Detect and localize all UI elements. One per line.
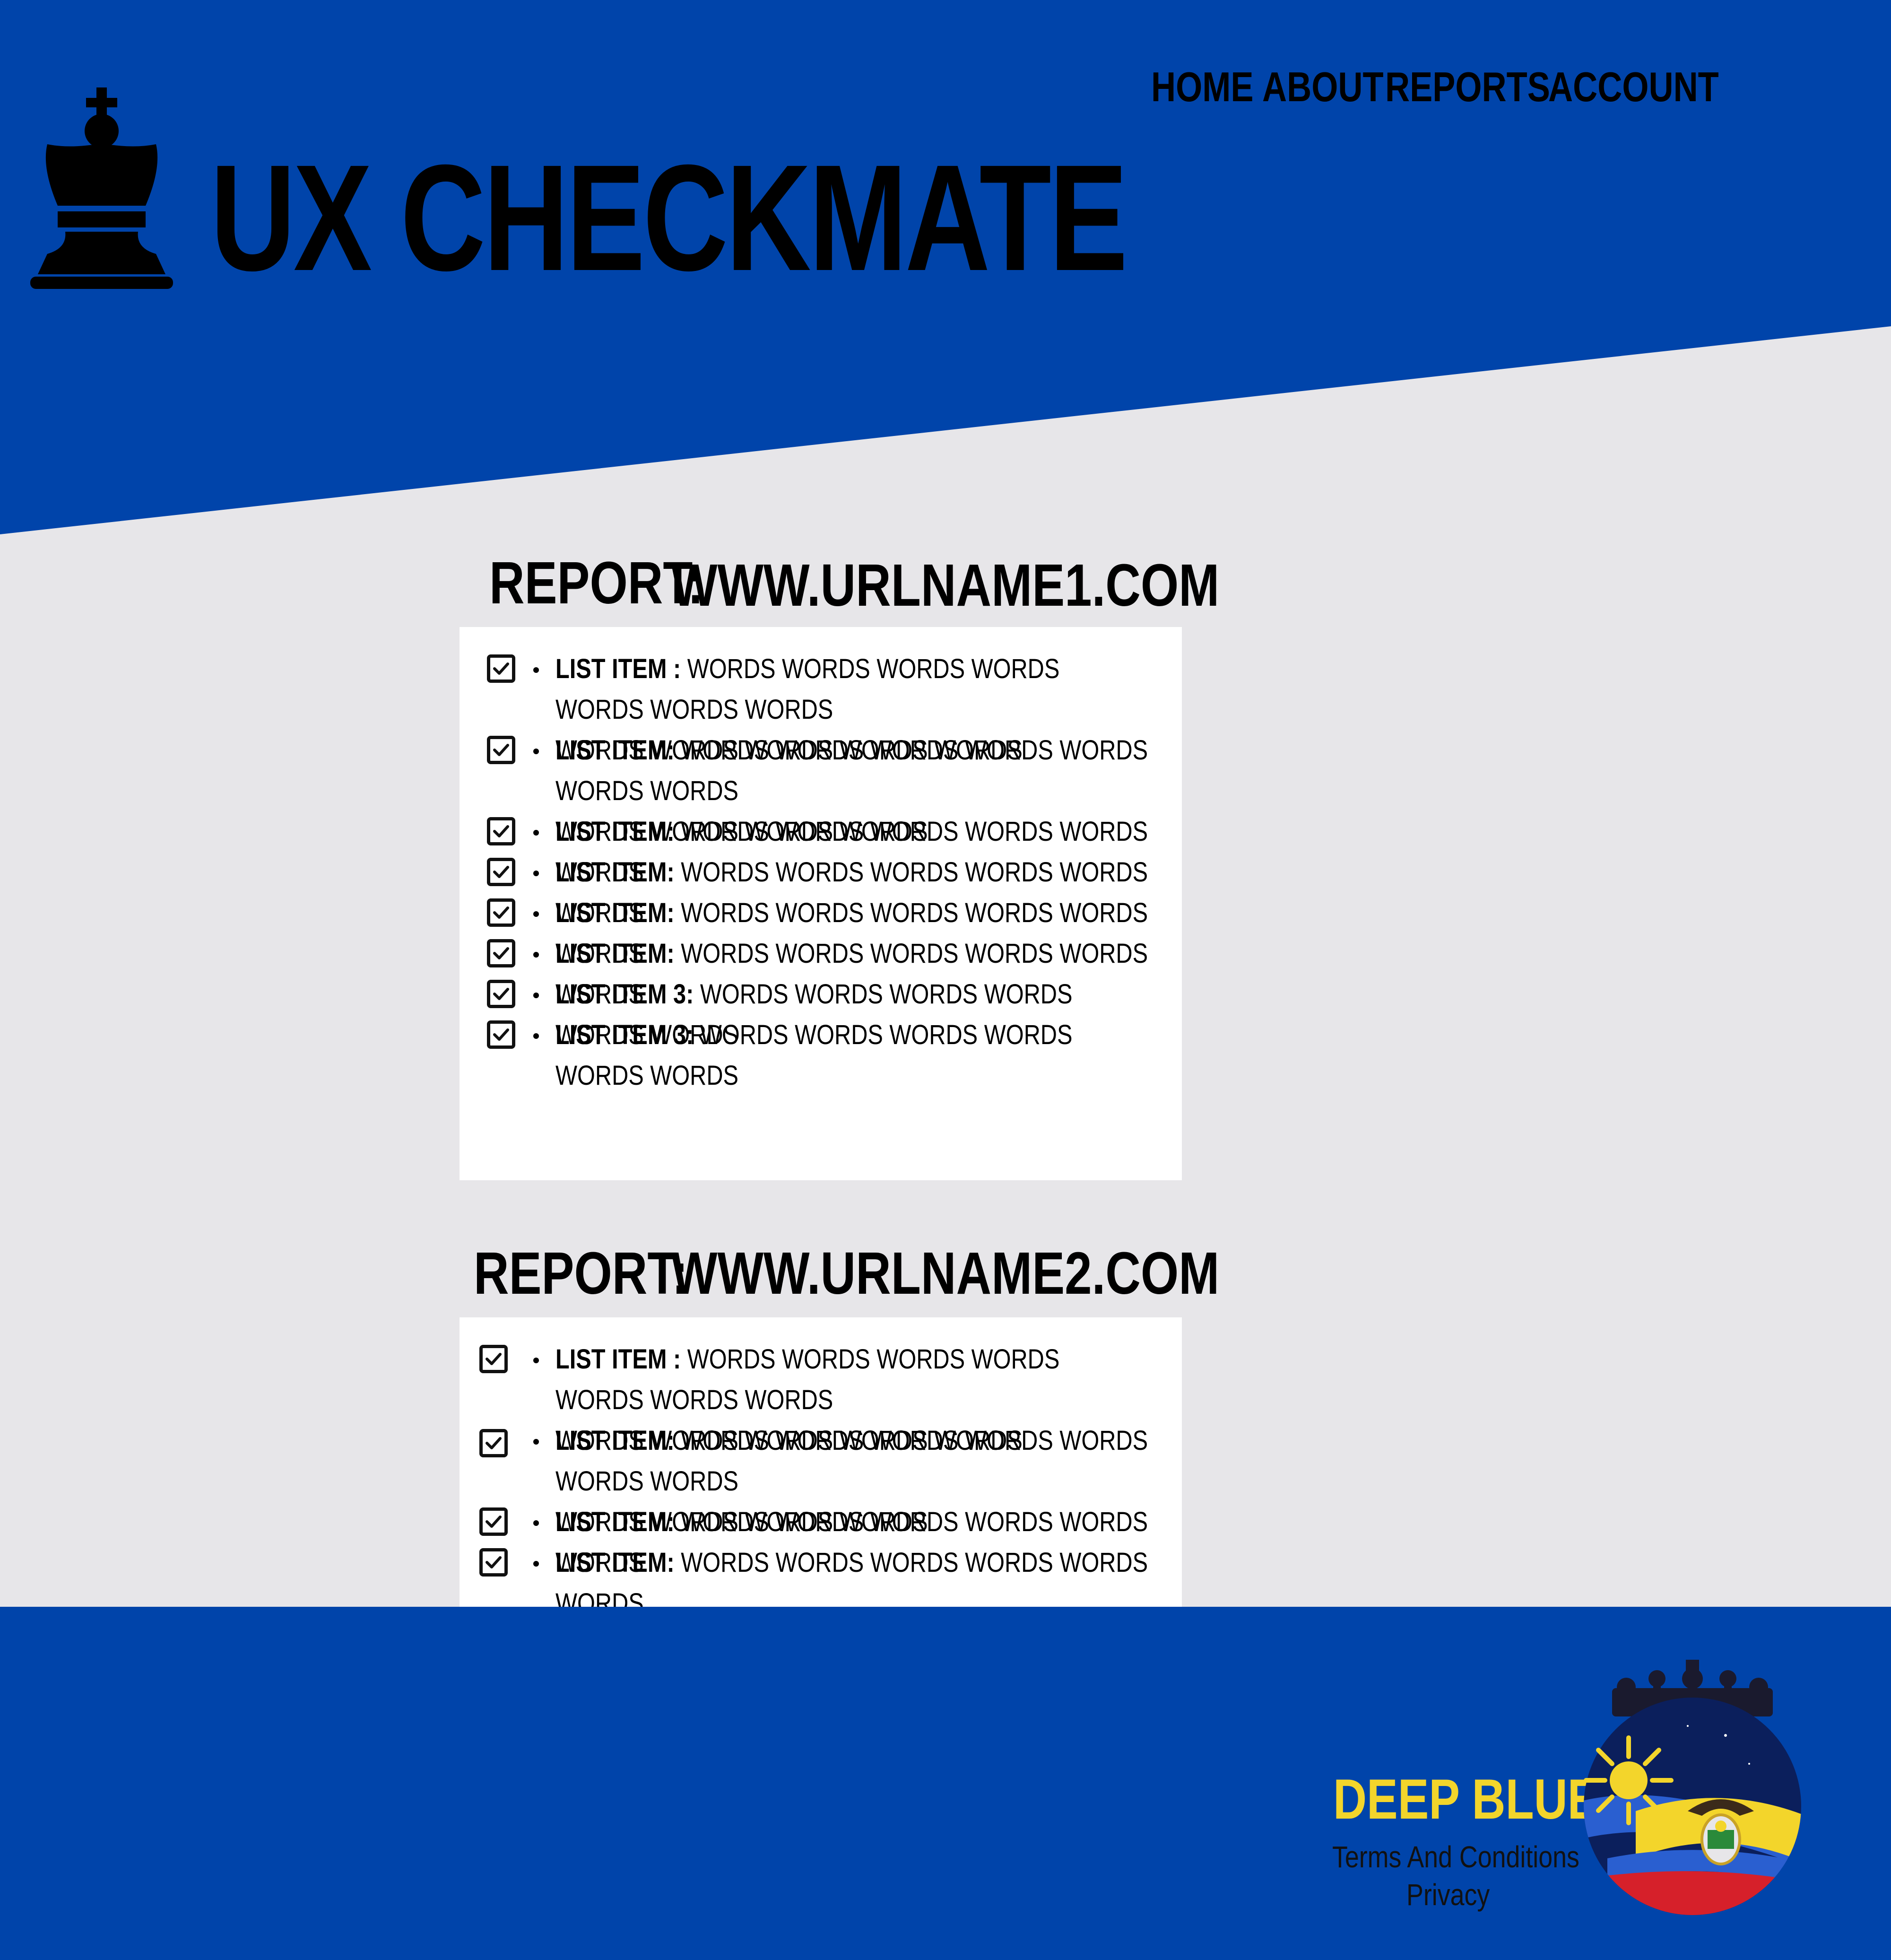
bullet-icon [533,911,539,917]
report-1-url[interactable]: WWW.URLNAME1.COM [671,556,1219,615]
bullet-icon [533,1033,539,1039]
item-key: LIST ITEM: [555,1425,675,1456]
report-2-url[interactable]: WWW.URLNAME2.COM [671,1244,1219,1303]
checked-checkbox-icon[interactable] [487,1020,515,1049]
checked-checkbox-icon[interactable] [487,898,515,927]
bullet-icon [533,749,539,754]
item-key: LIST ITEM: [555,1547,675,1578]
item-key: LIST ITEM : [555,653,681,684]
item-key: LIST ITEM: [555,816,675,847]
report-1-card: LIST ITEM : WORDS WORDS WORDS WORDS WORD… [460,627,1182,1180]
footer-brand: DEEP BLUE [1333,1768,1599,1831]
checked-checkbox-icon[interactable] [479,1548,508,1577]
privacy-link[interactable]: Privacy [1406,1880,1490,1910]
site-title: UX CHECKMATE [210,133,1128,302]
report-2-label: REPORT: [474,1240,688,1307]
bullet-icon [533,1358,539,1363]
bullet-icon [533,1561,539,1567]
bullet-icon [533,993,539,998]
bullet-icon [533,1520,539,1526]
checked-checkbox-icon[interactable] [487,817,515,845]
checked-checkbox-icon[interactable] [479,1507,508,1536]
checked-checkbox-icon[interactable] [479,1429,508,1457]
nav-home[interactable]: HOME [1151,66,1253,108]
deep-blue-emblem [1584,1660,1801,1915]
terms-link[interactable]: Terms And Conditions [1332,1842,1579,1872]
bullet-icon [533,667,539,673]
nav-account[interactable]: ACCOUNT [1548,66,1719,108]
checked-checkbox-icon[interactable] [479,1345,508,1373]
checked-checkbox-icon[interactable] [487,858,515,886]
bullet-icon [533,830,539,836]
item-key: LIST ITEM: [555,735,675,766]
item-key: LIST ITEM: [555,1507,675,1537]
bullet-icon [533,871,539,876]
nav-about[interactable]: ABOUT [1262,66,1384,108]
checked-checkbox-icon[interactable] [487,939,515,967]
checked-checkbox-icon[interactable] [487,980,515,1008]
item-key: LIST ITEM: [555,897,675,928]
checked-checkbox-icon[interactable] [487,736,515,764]
item-key: LIST ITEM: [555,857,675,888]
item-key: LIST ITEM: [555,938,675,969]
checked-checkbox-icon[interactable] [487,654,515,683]
item-key: LIST ITEM : [555,1344,681,1375]
bullet-icon [533,952,539,958]
item-key: LIST ITEM 3: [555,1019,694,1050]
item-key: LIST ITEM 3: [555,979,694,1010]
report-2-card: LIST ITEM : WORDS WORDS WORDS WORDS WORD… [460,1317,1182,1619]
nav-reports[interactable]: REPORTS [1385,66,1550,108]
bullet-icon [533,1439,539,1445]
chess-king-icon [30,87,173,289]
